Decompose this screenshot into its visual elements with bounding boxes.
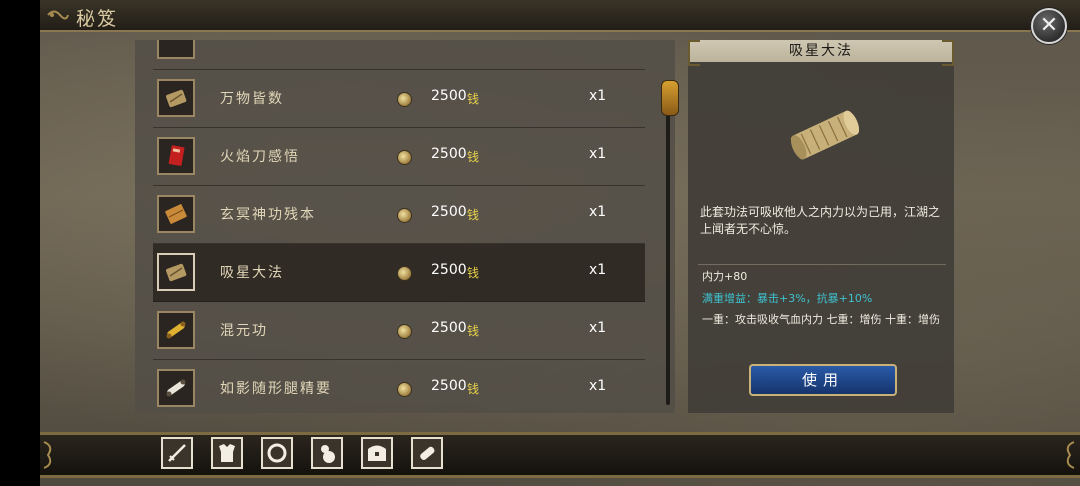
item-description: 此套功法可吸收他人之内力以为己用，江湖之上闻者无不心惊。	[700, 205, 941, 236]
use-button-label: 使用	[801, 371, 844, 389]
item-price: 2500	[431, 378, 467, 394]
item-quantity: x1	[589, 204, 607, 220]
list-scrollbar-track[interactable]	[666, 80, 670, 405]
red-book-icon	[157, 137, 195, 175]
brown-book-icon	[157, 195, 195, 233]
close-icon: ✕	[1039, 13, 1059, 38]
detail-divider	[698, 264, 946, 265]
gourd-icon	[321, 445, 335, 463]
item-quantity: x1	[589, 320, 607, 336]
list-item-partial	[153, 40, 645, 70]
item-list: 万物皆数 2500 钱 x1 火焰刀感悟 2500 钱 x1 玄冥神功残本 25…	[135, 40, 675, 413]
page-title: 秘笈	[76, 8, 119, 30]
currency-label: 钱	[467, 92, 480, 106]
tab-accessory[interactable]	[261, 437, 293, 469]
bottom-tab-bar	[40, 432, 1080, 478]
list-item-selected[interactable]: 吸星大法 2500 钱 x1	[153, 244, 645, 302]
item-price: 2500	[431, 204, 467, 220]
ring-icon	[267, 443, 287, 463]
list-item[interactable]: 玄冥神功残本 2500 钱 x1	[153, 186, 645, 244]
gold-scroll-icon	[157, 311, 195, 349]
tab-treasure[interactable]	[361, 437, 393, 469]
currency-label: 钱	[467, 324, 480, 338]
list-scrollbar-thumb[interactable]	[661, 80, 679, 116]
item-price: 2500	[431, 262, 467, 278]
coin-icon	[397, 382, 412, 397]
currency-label: 钱	[467, 266, 480, 280]
coin-icon	[397, 266, 412, 281]
tab-weapon[interactable]	[161, 437, 193, 469]
title-bar	[40, 0, 1080, 32]
coin-icon	[397, 324, 412, 339]
white-scroll-icon	[157, 369, 195, 407]
coin-icon	[397, 150, 412, 165]
currency-label: 钱	[467, 150, 480, 164]
item-name: 火焰刀感悟	[220, 149, 300, 165]
item-name: 混元功	[220, 323, 268, 339]
item-name: 万物皆数	[220, 91, 284, 107]
tab-armor[interactable]	[211, 437, 243, 469]
detail-title: 吸星大法	[789, 43, 853, 59]
stat-bonus: 满重增益：暴击+3%，抗暴+10%	[702, 292, 873, 305]
list-item[interactable]: 如影随形腿精要 2500 钱 x1	[153, 360, 645, 413]
item-quantity: x1	[589, 378, 607, 394]
list-item[interactable]: 火焰刀感悟 2500 钱 x1	[153, 128, 645, 186]
coin-icon	[397, 208, 412, 223]
chest-icon	[368, 445, 386, 461]
title-corner-ornament	[942, 40, 954, 66]
bar-ornament-icon	[43, 441, 52, 469]
detail-title-bar: 吸星大法	[688, 40, 954, 62]
left-black-border	[0, 0, 40, 486]
coin-icon	[397, 92, 412, 107]
stat-primary: 内力+80	[702, 270, 748, 283]
item-name: 吸星大法	[220, 265, 284, 281]
stat-levels: 一重：攻击吸收气血内力 七重：增伤 十重：增伤	[702, 313, 940, 326]
item-name: 玄冥神功残本	[220, 207, 316, 223]
item-price: 2500	[431, 146, 467, 162]
armor-icon	[219, 444, 235, 462]
item-quantity: x1	[589, 146, 607, 162]
sword-icon	[168, 444, 186, 462]
tab-manual[interactable]	[411, 437, 443, 469]
item-name: 如影随形腿精要	[220, 381, 332, 397]
item-icon	[157, 40, 195, 59]
currency-label: 钱	[467, 382, 480, 396]
scroll-bundle-icon	[157, 253, 195, 291]
close-button[interactable]: ✕	[1031, 8, 1067, 44]
title-corner-ornament	[688, 40, 700, 66]
scroll-icon	[420, 446, 435, 460]
currency-label: 钱	[467, 208, 480, 222]
scroll-bundle-icon	[157, 79, 195, 117]
scroll-bundle-icon	[790, 110, 860, 160]
item-quantity: x1	[589, 262, 607, 278]
tab-consumable[interactable]	[311, 437, 343, 469]
item-price: 2500	[431, 320, 467, 336]
list-item[interactable]: 万物皆数 2500 钱 x1	[153, 70, 645, 128]
bar-ornament-icon	[1066, 441, 1075, 469]
item-quantity: x1	[589, 88, 607, 104]
title-flourish-icon	[47, 10, 69, 20]
list-item[interactable]: 混元功 2500 钱 x1	[153, 302, 645, 360]
item-price: 2500	[431, 88, 467, 104]
use-button[interactable]: 使用	[749, 364, 897, 396]
item-detail-panel: 吸星大法 此套功法可吸收他人之内力以为己用，江湖之上闻者无不心惊。 内力+80 …	[688, 40, 954, 413]
